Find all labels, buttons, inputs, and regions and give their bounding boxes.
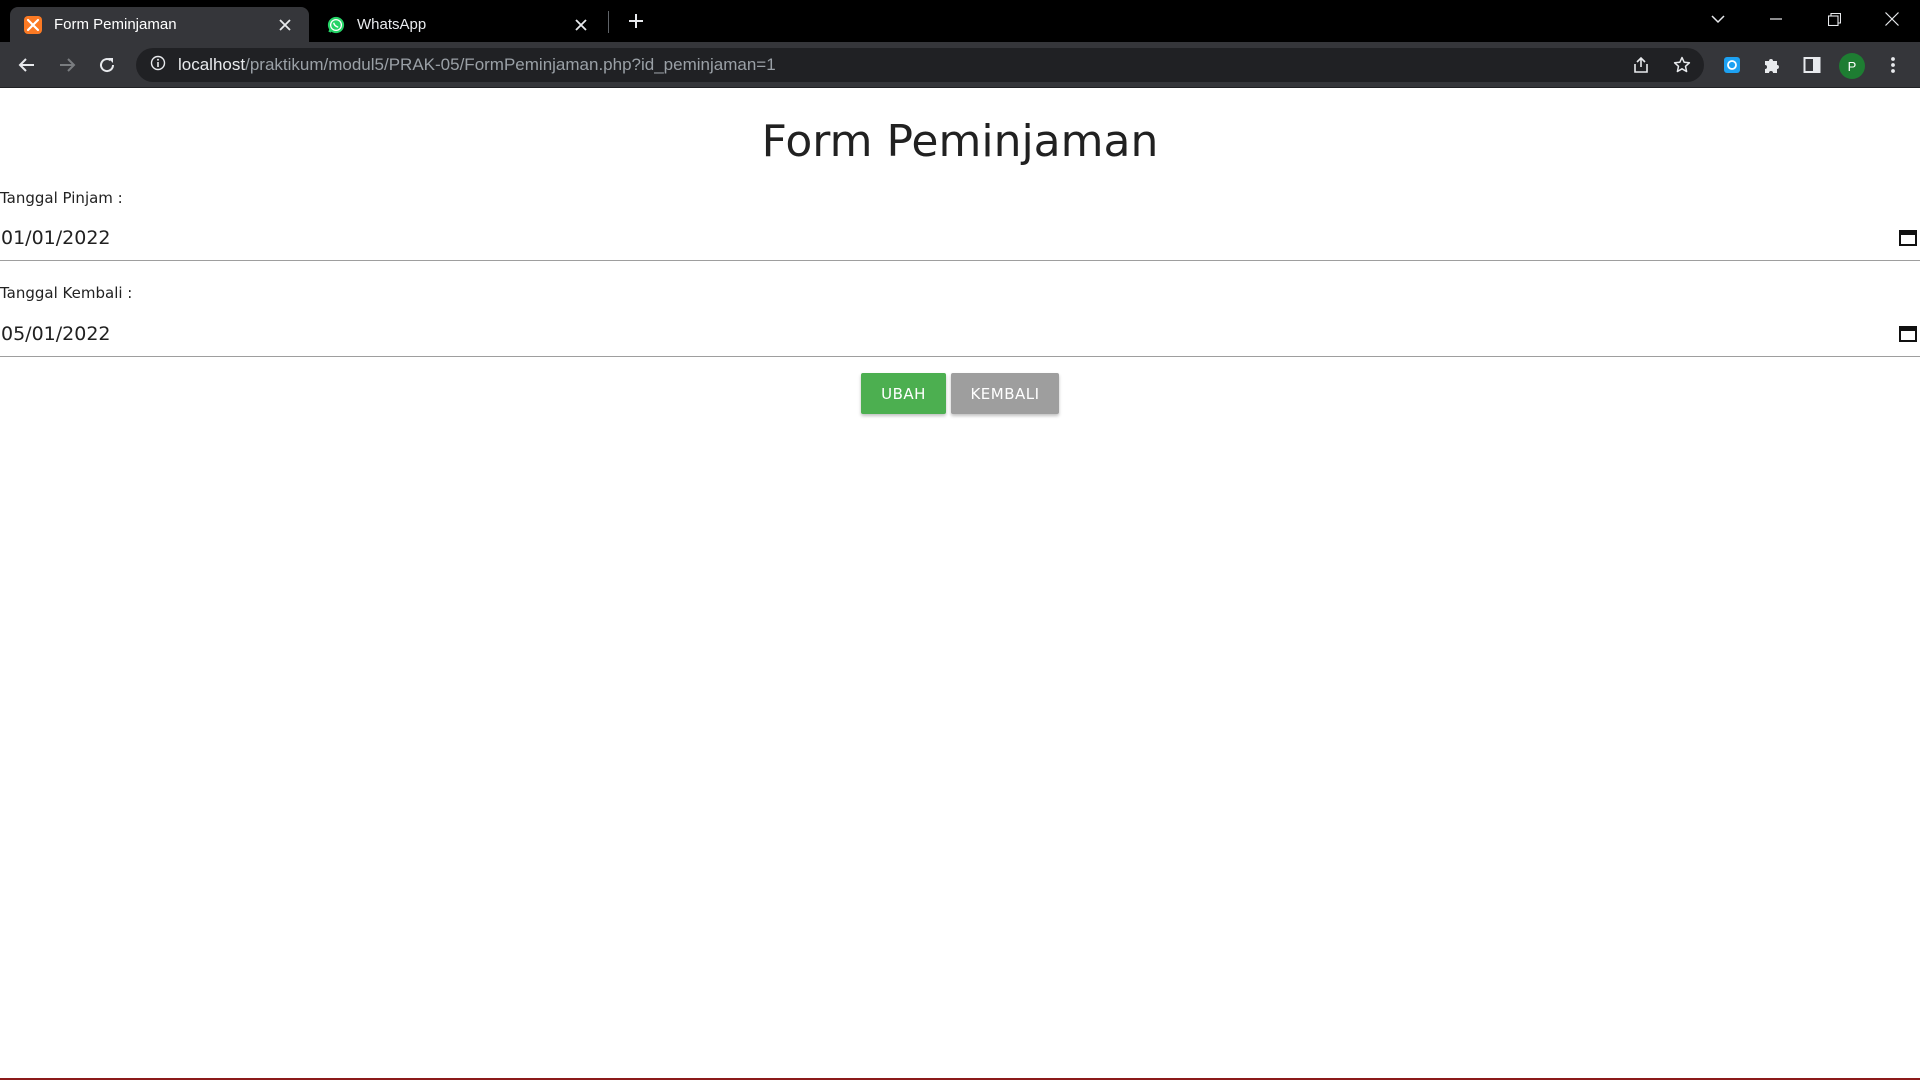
new-tab-button[interactable]	[624, 9, 648, 33]
side-panel-icon[interactable]	[1800, 53, 1824, 77]
url-host: localhost	[178, 55, 246, 74]
close-icon	[1885, 12, 1899, 26]
tanggal-kembali-value: 05/01/2022	[1, 322, 111, 345]
close-window-button[interactable]	[1869, 0, 1915, 38]
browser-toolbar: localhost/praktikum/modul5/PRAK-05/FormP…	[0, 42, 1920, 88]
calendar-icon[interactable]	[1898, 227, 1918, 247]
whatsapp-icon	[327, 16, 345, 34]
tanggal-pinjam-label: Tanggal Pinjam :	[0, 189, 123, 207]
xampp-icon	[24, 15, 42, 34]
minimize-button[interactable]	[1753, 0, 1799, 38]
info-icon[interactable]	[150, 55, 166, 76]
restore-icon	[1827, 12, 1841, 26]
chevron-down-icon	[1711, 15, 1725, 24]
puzzle-icon[interactable]	[1760, 53, 1784, 77]
close-icon[interactable]	[571, 15, 591, 35]
tab-separator	[608, 11, 609, 33]
forward-button[interactable]	[52, 50, 82, 80]
kembali-button[interactable]: KEMBALI	[951, 373, 1059, 414]
tab-title: WhatsApp	[357, 16, 427, 33]
reload-icon	[100, 58, 115, 73]
tab-title: Form Peminjaman	[54, 16, 177, 33]
calendar-icon[interactable]	[1898, 323, 1918, 343]
reload-button[interactable]	[92, 50, 122, 80]
back-button[interactable]	[12, 50, 42, 80]
share-icon[interactable]	[1630, 54, 1652, 76]
menu-kebab-icon[interactable]	[1881, 53, 1905, 77]
tanggal-pinjam-input[interactable]: 01/01/2022	[0, 215, 1920, 261]
plus-icon	[629, 14, 643, 28]
url-text: localhost/praktikum/modul5/PRAK-05/FormP…	[178, 55, 776, 75]
close-icon[interactable]	[275, 15, 295, 35]
tanggal-kembali-input[interactable]: 05/01/2022	[0, 311, 1920, 357]
bookmark-star-icon[interactable]	[1671, 54, 1693, 76]
page-content: Form Peminjaman Tanggal Pinjam : 01/01/2…	[0, 88, 1920, 1080]
ubah-button[interactable]: UBAH	[861, 373, 946, 414]
address-bar[interactable]: localhost/praktikum/modul5/PRAK-05/FormP…	[136, 48, 1704, 82]
tanggal-pinjam-value: 01/01/2022	[1, 226, 111, 249]
extension-icon[interactable]	[1720, 53, 1744, 77]
restore-button[interactable]	[1811, 0, 1857, 38]
tab-form-peminjaman[interactable]: Form Peminjaman	[10, 7, 309, 42]
arrow-left-icon	[18, 58, 34, 72]
profile-avatar[interactable]: P	[1839, 53, 1865, 79]
tab-strip: Form Peminjaman WhatsApp	[0, 0, 1920, 42]
tab-whatsapp[interactable]: WhatsApp	[313, 7, 605, 42]
tanggal-kembali-label: Tanggal Kembali :	[0, 284, 133, 302]
arrow-right-icon	[60, 58, 76, 72]
tab-search-button[interactable]	[1695, 0, 1741, 38]
url-path: /praktikum/modul5/PRAK-05/FormPeminjaman…	[245, 55, 776, 74]
minimize-icon	[1770, 18, 1782, 20]
page-title: Form Peminjaman	[761, 116, 1159, 167]
